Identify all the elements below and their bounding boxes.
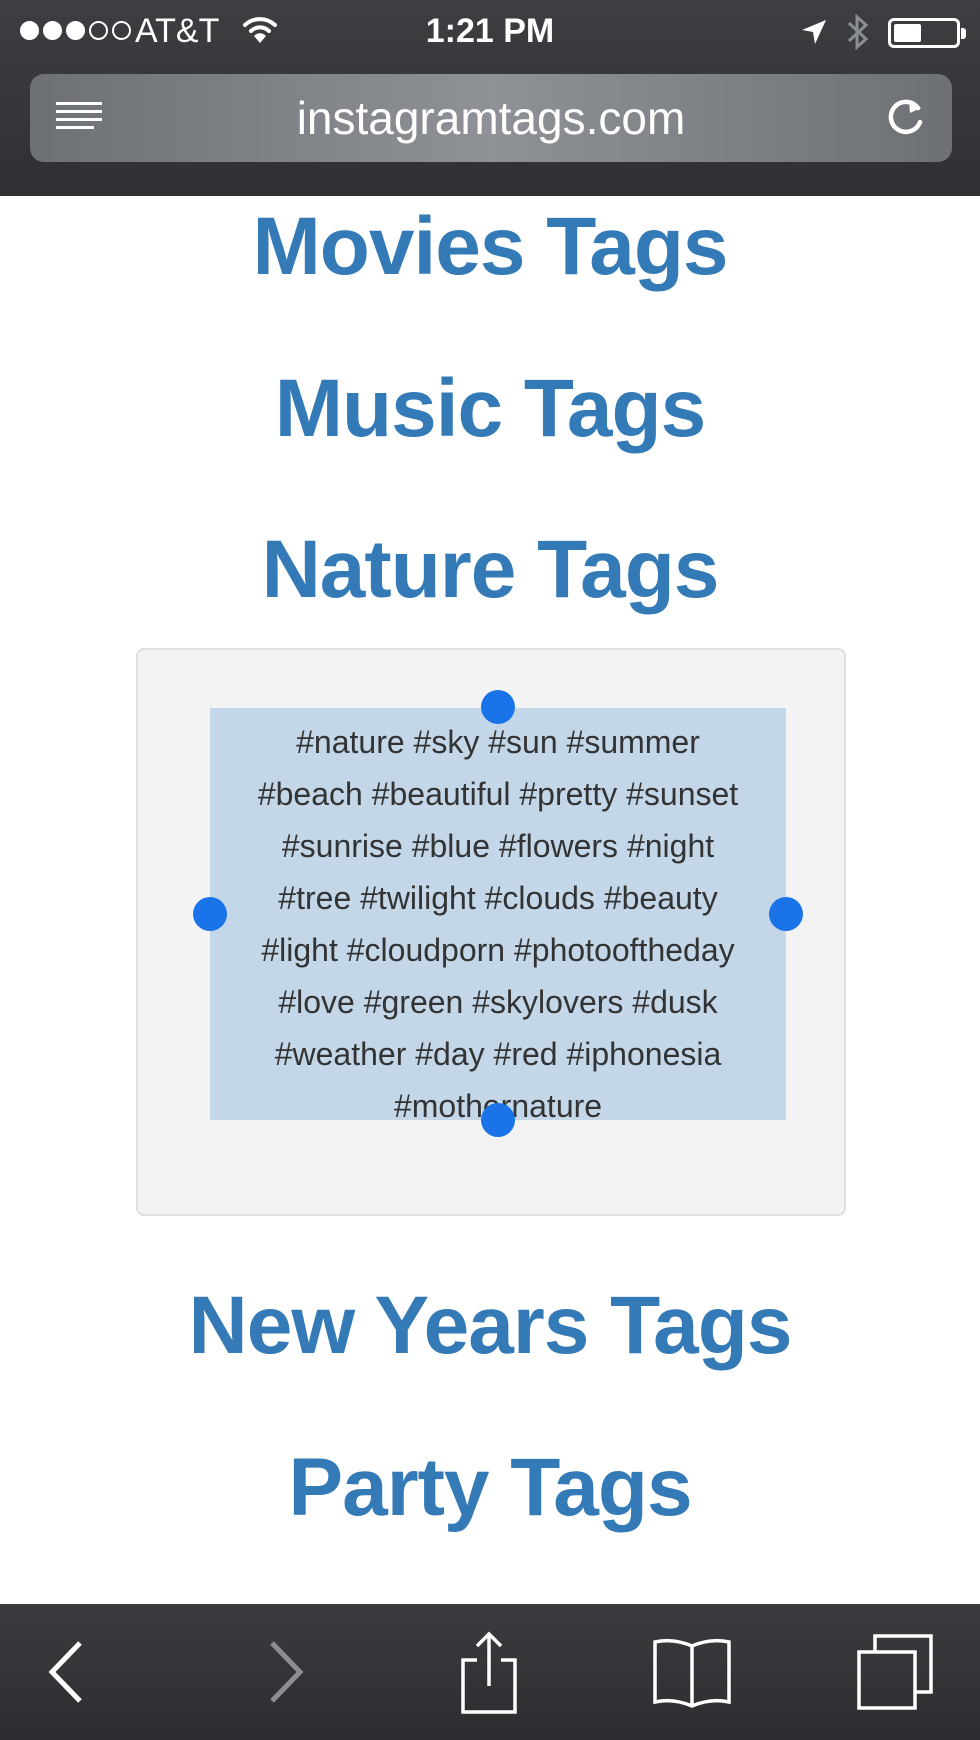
hashtag-line: #love #green #skylovers #dusk <box>278 984 718 1020</box>
forward-button[interactable] <box>240 1634 330 1714</box>
reload-icon[interactable] <box>882 94 928 145</box>
heading-party-tags[interactable]: Party Tags <box>0 1440 980 1536</box>
back-icon <box>44 1639 90 1710</box>
address-bar[interactable]: instagramtags.com <box>30 74 952 162</box>
url-text[interactable]: instagramtags.com <box>30 88 952 148</box>
nature-tags-box: #nature #sky #sun #summer #beach #beauti… <box>136 648 846 1216</box>
back-button[interactable] <box>22 1634 112 1714</box>
heading-music-tags[interactable]: Music Tags <box>0 361 980 457</box>
tabs-button[interactable] <box>850 1632 940 1717</box>
nature-hashtags[interactable]: #nature #sky #sun #summer #beach #beauti… <box>210 716 786 1132</box>
page-content: Movies Tags Music Tags Nature Tags #natu… <box>0 196 980 1604</box>
hashtag-line: #beach #beautiful #pretty #sunset <box>257 776 739 812</box>
bookmarks-button[interactable] <box>647 1634 737 1714</box>
heading-nature-tags[interactable]: Nature Tags <box>0 522 980 618</box>
status-bar: AT&T 1:21 PM <box>0 0 980 64</box>
browser-toolbar <box>0 1604 980 1740</box>
heading-new-years-tags[interactable]: New Years Tags <box>0 1278 980 1374</box>
bluetooth-icon <box>845 12 871 57</box>
selection-handle-left[interactable] <box>193 897 227 931</box>
hashtag-line: #light #cloudporn #photooftheday <box>261 932 735 968</box>
status-time: 1:21 PM <box>425 12 555 50</box>
hashtag-line: #weather #day #red #iphonesia <box>274 1036 722 1072</box>
browser-top-chrome: AT&T 1:21 PM instagramtags.com <box>0 0 980 196</box>
share-icon <box>457 1630 521 1719</box>
selection-handle-bottom[interactable] <box>481 1103 515 1137</box>
selection-handle-right[interactable] <box>769 897 803 931</box>
location-arrow-icon <box>800 18 828 51</box>
battery-fill <box>894 24 921 42</box>
heading-movies-tags[interactable]: Movies Tags <box>0 199 980 295</box>
tabs-icon <box>855 1632 935 1717</box>
share-button[interactable] <box>444 1631 534 1714</box>
hashtag-line: #sunrise #blue #flowers #night <box>281 828 715 864</box>
forward-icon <box>262 1639 308 1710</box>
bookmarks-icon <box>651 1636 733 1713</box>
text-selection[interactable]: #nature #sky #sun #summer #beach #beauti… <box>210 708 786 1124</box>
selection-handle-top[interactable] <box>481 690 515 724</box>
hashtag-line: #tree #twilight #clouds #beauty <box>278 880 718 916</box>
phone-screen: AT&T 1:21 PM instagramtags.com Movies Ta… <box>0 0 980 1740</box>
battery-icon <box>888 18 966 48</box>
